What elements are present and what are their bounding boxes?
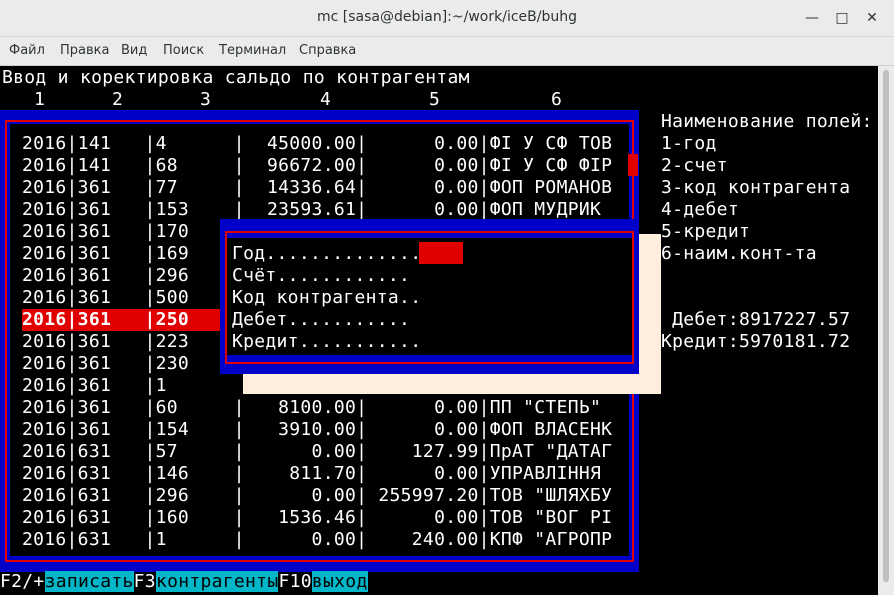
table-row[interactable]: 2016|631 |57 | 0.00| 127.99|ПрАТ "ДАТАГ (22, 441, 612, 463)
debet-field-label[interactable]: Дебет........... (232, 309, 410, 331)
table-row[interactable]: 2016|361 |500 (22, 287, 189, 309)
table-row[interactable]: 2016|631 |1 | 0.00| 240.00|КПФ "АГРОПР (22, 529, 612, 551)
debet-total: Дебет:8917227.57 (661, 309, 851, 330)
column-number: 6 (551, 89, 563, 110)
table-row[interactable]: 2016|361 |60 | 8100.00| 0.00|ПП "СТЕПЬ" (22, 397, 601, 419)
field-name-item: 1-год (661, 133, 717, 154)
table-row[interactable]: 2016|631 |296 | 0.00| 255997.20|ТОВ "ШЛЯ… (22, 485, 612, 507)
field-name-item: 6-наим.конт-та (661, 243, 817, 264)
field-names-title: Наименование полей: (661, 111, 873, 132)
menu-view[interactable]: Вид (121, 43, 147, 58)
column-number: 4 (320, 89, 332, 110)
table-row[interactable]: 2016|631 |160 | 1536.46| 0.00|ТОВ "ВОГ Р… (22, 507, 612, 529)
exit-button[interactable]: выход (311, 571, 368, 592)
kredit-field-label[interactable]: Кредит........... (232, 331, 421, 353)
maximize-icon: □ (835, 10, 849, 26)
minimize-button[interactable]: — (800, 6, 824, 30)
column-number: 1 (34, 89, 46, 110)
close-button[interactable]: ✕ (860, 6, 884, 30)
field-name-item: 3-код контрагента (661, 177, 851, 198)
field-name-item: 4-дебет (661, 199, 739, 220)
scrollbar-thumb[interactable] (883, 70, 889, 582)
f3-key: F3 (133, 571, 156, 592)
menu-search[interactable]: Поиск (163, 43, 204, 58)
kredit-total: Кредит:5970181.72 (661, 331, 851, 352)
f2-key: F2/+ (0, 571, 45, 592)
function-key-bar: F2/+записатьF3контрагентыF10выход (0, 571, 368, 593)
table-row[interactable]: 2016|361 |296 (22, 265, 189, 287)
close-icon: ✕ (866, 10, 878, 26)
terminal-scrollbar[interactable] (878, 66, 894, 595)
scroll-marker (628, 154, 638, 176)
column-number: 2 (112, 89, 124, 110)
year-input[interactable] (419, 242, 463, 264)
column-number: 5 (429, 89, 441, 110)
year-field-label: Год.............. (232, 243, 422, 264)
menu-edit[interactable]: Правка (60, 43, 109, 58)
table-row-selected[interactable]: 2016|361 |250 (22, 309, 189, 331)
table-row[interactable]: 2016|361 |169 (22, 243, 189, 265)
menu-file[interactable]: Файл (9, 43, 45, 58)
table-row[interactable]: 2016|361 |230 (22, 353, 189, 375)
menu-help[interactable]: Справка (299, 43, 356, 58)
minimize-icon: — (805, 10, 819, 26)
table-row[interactable]: 2016|361 |153 | 23593.61| 0.00|ФОП МУДРИ… (22, 199, 601, 221)
window-titlebar: mc [sasa@debian]:~/work/iceB/buhg — □ ✕ (0, 0, 894, 37)
maximize-button[interactable]: □ (830, 6, 854, 30)
contractors-button[interactable]: контрагенты (155, 571, 279, 592)
table-row[interactable]: 2016|361 |223 (22, 331, 189, 353)
contractor-code-field-label[interactable]: Код контрагента.. (232, 287, 421, 309)
save-button[interactable]: записать (44, 571, 134, 592)
field-name-item: 5-кредит (661, 221, 751, 242)
window-title: mc [sasa@debian]:~/work/iceB/buhg (317, 9, 577, 25)
table-row[interactable]: 2016|141 |68 | 96672.00| 0.00|ФІ У СФ ФІ… (22, 155, 612, 177)
table-row[interactable]: 2016|361 |154 | 3910.00| 0.00|ФОП ВЛАСЕН… (22, 419, 612, 441)
table-row[interactable]: 2016|631 |146 | 811.70| 0.00|УПРАВЛІННЯ (22, 463, 601, 485)
table-row[interactable]: 2016|361 |1 (22, 375, 167, 397)
table-row[interactable]: 2016|141 |4 | 45000.00| 0.00|ФІ У СФ ТОВ (22, 133, 612, 155)
menu-terminal[interactable]: Терминал (219, 43, 286, 58)
account-field-label[interactable]: Счёт............ (232, 265, 410, 287)
field-name-item: 2-счет (661, 155, 728, 176)
menubar: Файл Правка Вид Поиск Терминал Справка (0, 37, 894, 66)
column-number: 3 (200, 89, 212, 110)
table-row[interactable]: 2016|361 |77 | 14336.64| 0.00|ФОП РОМАНО… (22, 177, 612, 199)
f10-key: F10 (278, 571, 312, 592)
table-row[interactable]: 2016|361 |170 (22, 221, 189, 243)
screen-heading: Ввод и коректировка сальдо по контрагент… (2, 67, 470, 88)
